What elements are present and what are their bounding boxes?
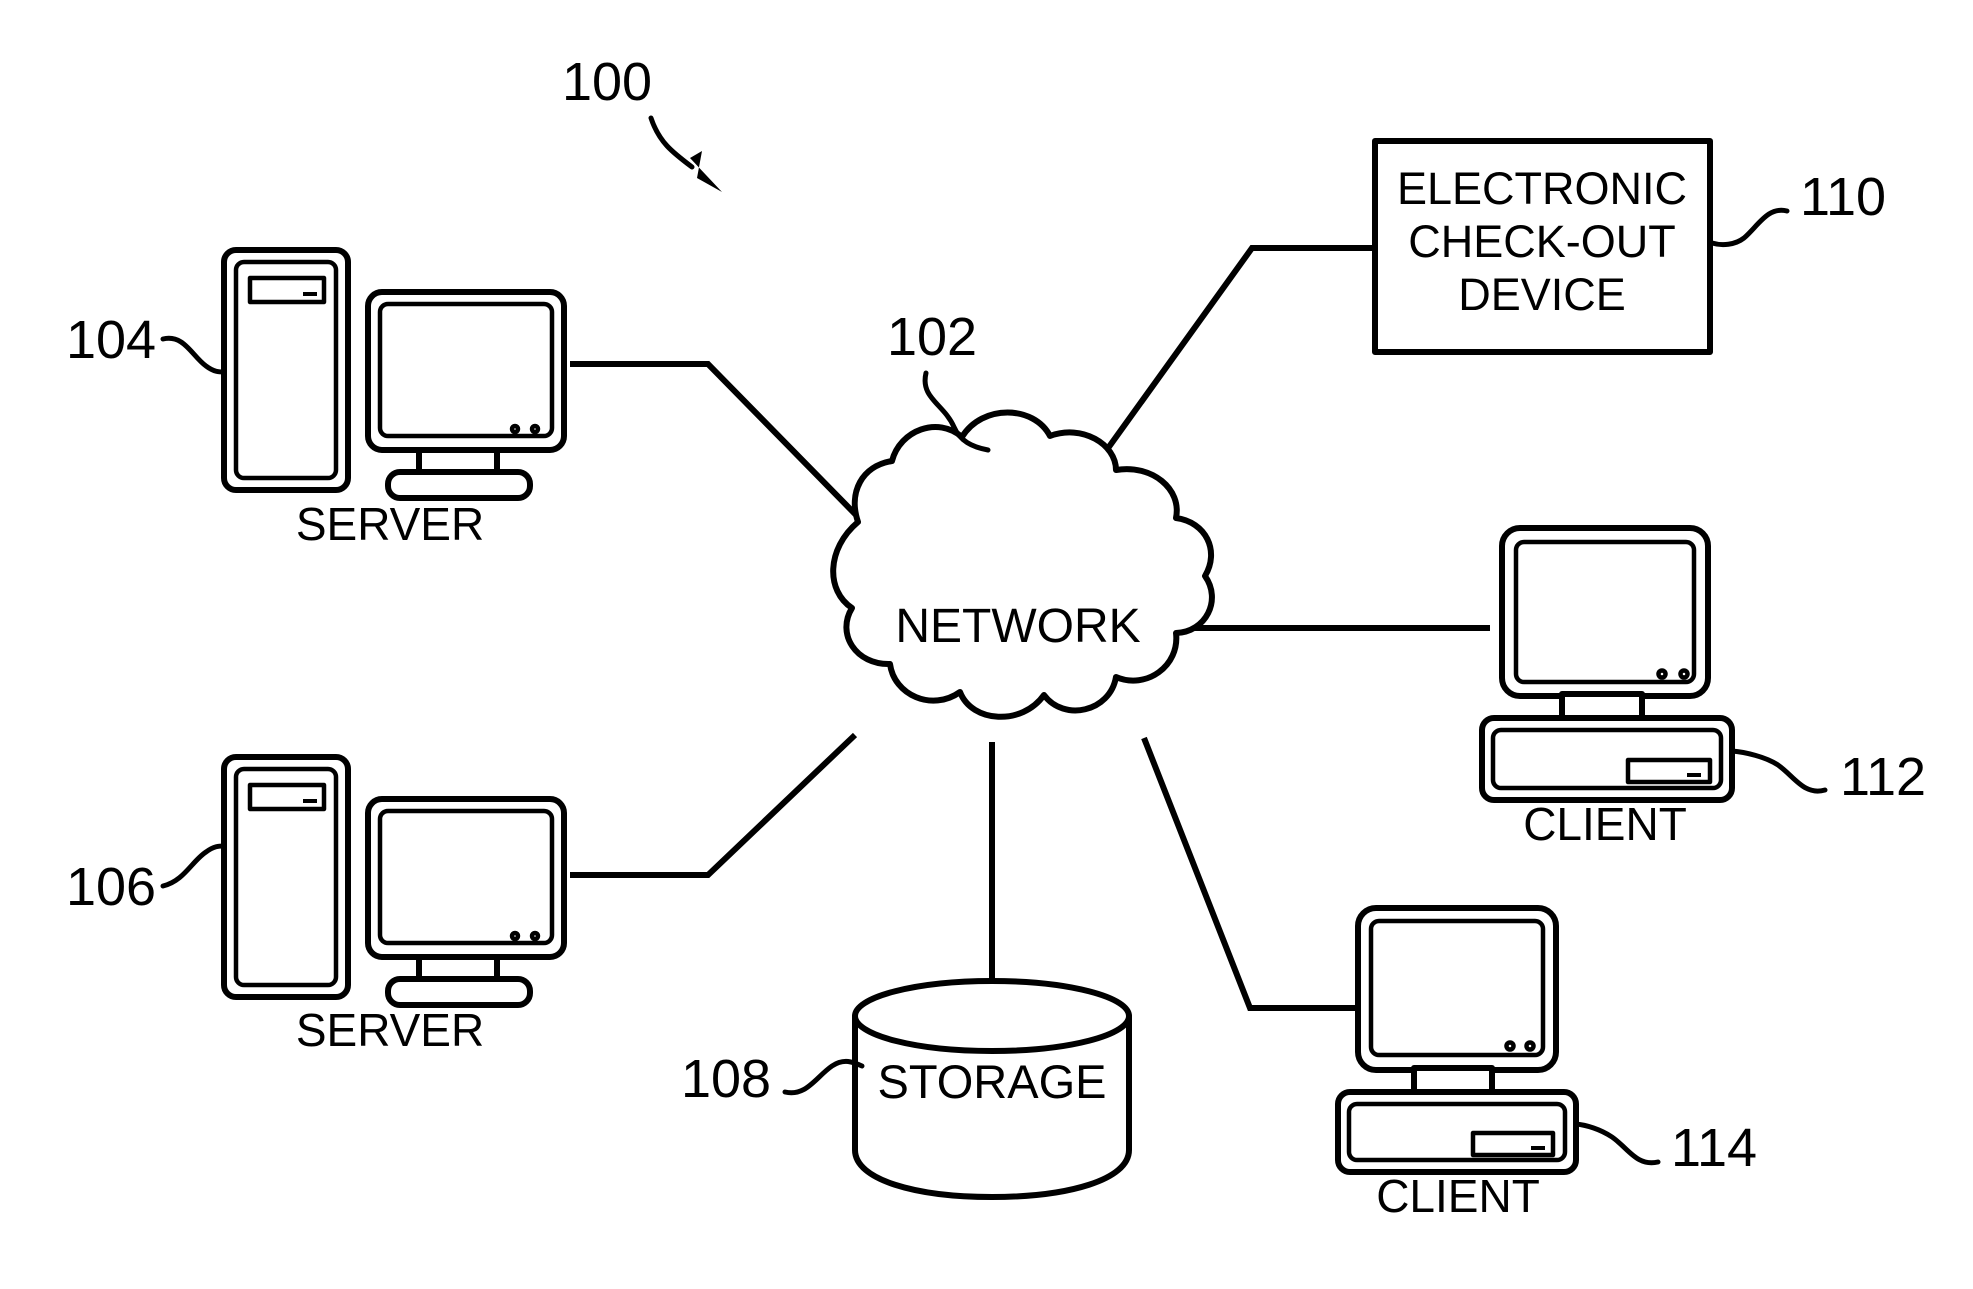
- client-114-label: CLIENT: [1376, 1170, 1540, 1222]
- client-112-label: CLIENT: [1523, 798, 1687, 850]
- server-106-node[interactable]: SERVER 106: [66, 754, 567, 1056]
- client-114-drive-bay-slot: [1531, 1146, 1545, 1150]
- client-114-reference-leader: [1573, 1121, 1661, 1166]
- figure-canvas: 100 NETWORK 102 SERVER 104 SERVER 106 EL…: [0, 0, 1973, 1289]
- client-112-node[interactable]: CLIENT 112: [1479, 525, 1926, 850]
- checkout-device-label-line3: DEVICE: [1458, 269, 1626, 320]
- connection-server104-to-network: [570, 361, 863, 522]
- server-104-drive-bay-slot: [303, 292, 317, 296]
- cloud-icon: [830, 409, 1215, 720]
- figure-reference-100: 100: [562, 52, 722, 192]
- server-104-monitor-bezel-inner: [377, 301, 555, 439]
- client-114-monitor-bezel-inner: [1368, 918, 1546, 1058]
- server-104-drive-bay: [247, 275, 327, 305]
- connection-client114-to-network: [1141, 736, 1355, 1011]
- storage-108-node[interactable]: STORAGE 108: [681, 978, 1132, 1200]
- server-104-reference-leader: [160, 335, 227, 375]
- server-104-node[interactable]: SERVER 104: [66, 247, 567, 550]
- figure-ref-arrow-curve: [648, 115, 695, 170]
- client-112-reference-leader: [1729, 748, 1828, 794]
- server-104-label: SERVER: [296, 498, 484, 550]
- storage-cylinder-top: [852, 978, 1132, 1054]
- client-114-drive-bay: [1470, 1130, 1556, 1158]
- client-112-monitor-bezel-inner: [1513, 539, 1697, 685]
- figure-ref-arrowhead: [690, 151, 722, 192]
- client-112-drive-bay-slot: [1687, 773, 1701, 777]
- server-104-monitor-base: [385, 469, 533, 501]
- server-106-label: SERVER: [296, 1004, 484, 1056]
- server-106-drive-bay-slot: [303, 799, 317, 803]
- checkout-device-110-node[interactable]: ELECTRONIC CHECK-OUT DEVICE 110: [1372, 138, 1886, 355]
- storage-reference-leader: [782, 1058, 865, 1096]
- server-106-drive-bay: [247, 782, 327, 812]
- server-106-reference-label: 106: [66, 857, 156, 917]
- storage-reference-label: 108: [681, 1049, 771, 1109]
- checkout-device-reference-label: 110: [1800, 167, 1886, 227]
- client-114-node[interactable]: CLIENT 114: [1335, 905, 1757, 1222]
- checkout-device-reference-leader: [1709, 207, 1790, 248]
- network-label: NETWORK: [895, 600, 1140, 653]
- network-cloud-node[interactable]: NETWORK 102: [830, 307, 1215, 720]
- server-104-reference-label: 104: [66, 310, 156, 370]
- server-106-monitor-bezel-inner: [377, 808, 555, 946]
- storage-label: STORAGE: [878, 1055, 1107, 1108]
- checkout-device-label-line1: ELECTRONIC: [1397, 163, 1687, 214]
- client-114-reference-label: 114: [1671, 1118, 1757, 1178]
- network-reference-label: 102: [887, 307, 977, 367]
- checkout-device-label-line2: CHECK-OUT: [1408, 216, 1676, 267]
- connection-server106-to-network: [570, 732, 858, 878]
- client-112-reference-label: 112: [1840, 747, 1926, 807]
- server-106-reference-leader: [160, 843, 227, 889]
- figure-ref-label: 100: [562, 52, 652, 112]
- network-architecture-diagram: 100 NETWORK 102 SERVER 104 SERVER 106 EL…: [66, 52, 1926, 1222]
- server-106-monitor-base: [385, 976, 533, 1008]
- client-112-drive-bay: [1625, 757, 1713, 785]
